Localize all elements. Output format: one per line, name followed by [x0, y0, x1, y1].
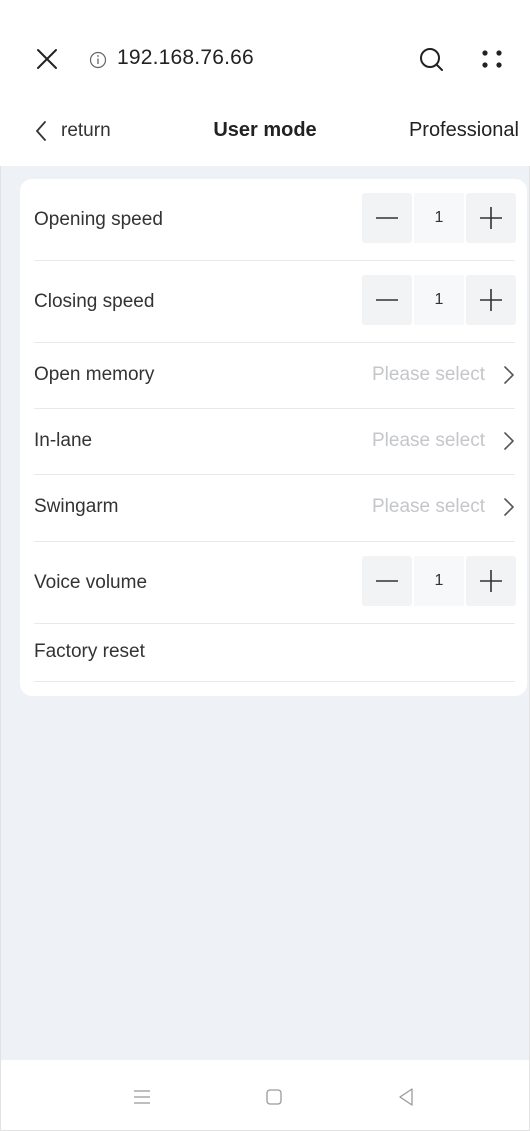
- chevron-right-icon: [504, 498, 514, 516]
- voice-volume-value[interactable]: 1: [414, 556, 464, 606]
- search-icon[interactable]: [418, 46, 446, 74]
- swingarm-select[interactable]: Please select: [372, 496, 485, 518]
- opening-speed-row: Opening speed 1: [34, 179, 516, 261]
- open-memory-select[interactable]: Please select: [372, 364, 485, 386]
- closing-speed-value[interactable]: 1: [414, 275, 464, 325]
- voice-volume-row: Voice volume 1: [34, 542, 516, 624]
- chevron-right-icon: [504, 366, 514, 384]
- professional-mode-link[interactable]: Professional: [409, 119, 519, 142]
- home-icon[interactable]: [265, 1088, 283, 1106]
- settings-card: Opening speed 1 Closing speed 1 Open mem…: [20, 179, 527, 696]
- closing-speed-decrement-button[interactable]: [362, 275, 412, 325]
- closing-speed-row: Closing speed 1: [34, 261, 516, 343]
- minus-icon: [376, 217, 398, 219]
- open-memory-label: Open memory: [34, 364, 155, 385]
- in-lane-label: In-lane: [34, 430, 93, 451]
- menu-icon[interactable]: [132, 1089, 152, 1105]
- more-icon[interactable]: [481, 48, 503, 70]
- content-area: Opening speed 1 Closing speed 1 Open mem…: [1, 166, 529, 1060]
- opening-speed-increment-button[interactable]: [466, 193, 516, 243]
- page-header: return User mode Professional: [0, 98, 530, 166]
- closing-speed-stepper: 1: [362, 275, 516, 325]
- voice-volume-stepper: 1: [362, 556, 516, 606]
- info-icon[interactable]: [89, 51, 107, 69]
- closing-speed-increment-button[interactable]: [466, 275, 516, 325]
- voice-volume-decrement-button[interactable]: [362, 556, 412, 606]
- plus-icon: [480, 570, 502, 592]
- opening-speed-decrement-button[interactable]: [362, 193, 412, 243]
- plus-icon: [480, 207, 502, 229]
- open-memory-row[interactable]: Open memory Please select: [34, 343, 515, 409]
- chevron-right-icon: [504, 432, 514, 450]
- in-lane-select[interactable]: Please select: [372, 430, 485, 452]
- back-icon[interactable]: [398, 1087, 414, 1107]
- minus-icon: [376, 299, 398, 301]
- minus-icon: [376, 580, 398, 582]
- swingarm-row[interactable]: Swingarm Please select: [34, 475, 515, 542]
- swingarm-label: Swingarm: [34, 496, 119, 517]
- url-text[interactable]: 192.168.76.66: [117, 46, 254, 70]
- close-icon[interactable]: [36, 48, 58, 70]
- in-lane-row[interactable]: In-lane Please select: [34, 409, 515, 475]
- opening-speed-stepper: 1: [362, 193, 516, 243]
- factory-reset-row[interactable]: Factory reset: [34, 624, 515, 682]
- factory-reset-label[interactable]: Factory reset: [34, 641, 145, 663]
- browser-bar: 192.168.76.66: [0, 0, 530, 98]
- voice-volume-increment-button[interactable]: [466, 556, 516, 606]
- opening-speed-label: Opening speed: [34, 209, 163, 230]
- plus-icon: [480, 289, 502, 311]
- system-nav-bar: [1, 1060, 529, 1130]
- voice-volume-label: Voice volume: [34, 572, 148, 593]
- opening-speed-value[interactable]: 1: [414, 193, 464, 243]
- closing-speed-label: Closing speed: [34, 291, 155, 312]
